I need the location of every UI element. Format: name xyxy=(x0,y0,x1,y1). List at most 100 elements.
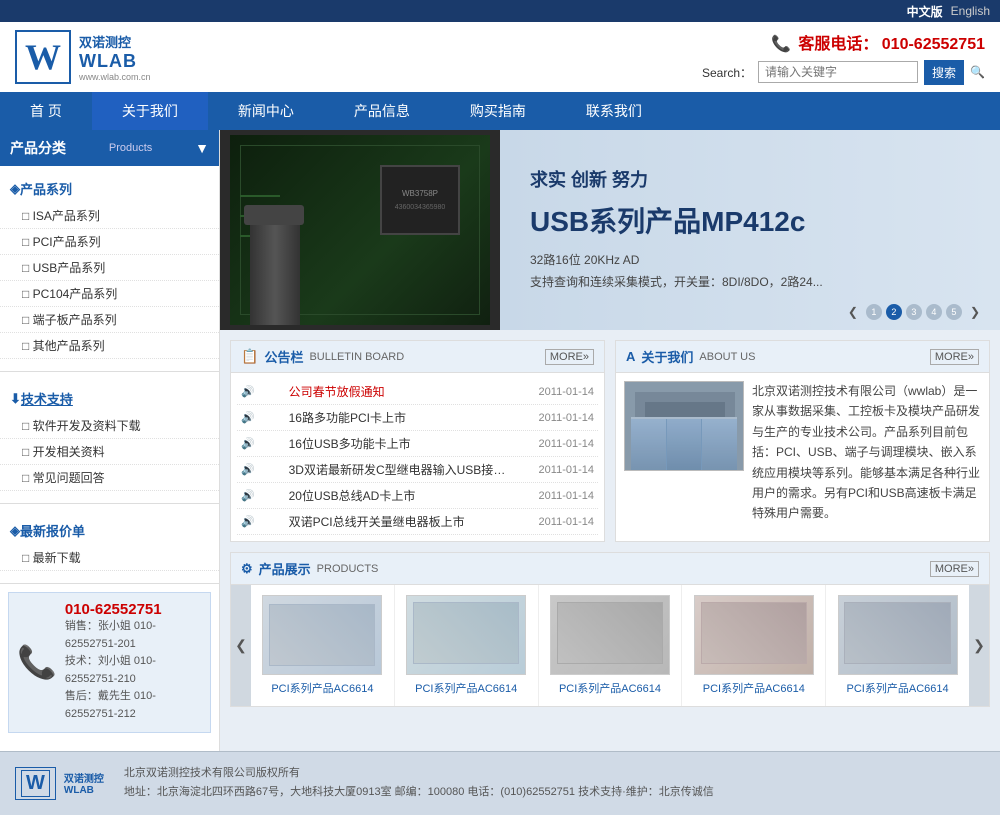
search-icon: 🔍 xyxy=(970,65,985,79)
sidebar-item-other[interactable]: 其他产品系列 xyxy=(0,333,219,359)
sidebar-item-pci[interactable]: PCI产品系列 xyxy=(0,229,219,255)
sidebar-contact-sales: 销售：张小姐 010-62552751-201 xyxy=(65,618,202,653)
footer-info: 北京双诺测控技术有限公司版权所有 地址：北京海淀北四环西路67号，大地科技大厦0… xyxy=(124,764,714,804)
bulletin-item-text-2[interactable]: 16路多功能PCI卡上市 xyxy=(289,409,509,426)
banner-desc-1: 32路16位 20KHz AD xyxy=(530,250,970,272)
footer-address: 地址：北京海淀北四环西路67号，大地科技大厦0913室 邮编：100080 电话… xyxy=(124,783,714,803)
about-inner: 北京双诺测控技术有限公司（wwlab）是一家从事数据采集、工控板卡及模块产品研发… xyxy=(616,373,989,532)
products-section: ⚙ 产品展示 PRODUCTS MORE» ❮ PCI系列产品AC661 xyxy=(230,552,990,707)
sidebar-section-tech: ⬇ 技术支持 软件开发及资料下载 开发相关资料 常见问题回答 xyxy=(0,376,219,499)
bulletin-item-5: 🔊 20位USB总线AD卡上市 2011-01-14 xyxy=(237,483,598,509)
sidebar-item-pc104[interactable]: PC104产品系列 xyxy=(0,281,219,307)
product-item-2: PCI系列产品AC6614 xyxy=(395,585,539,706)
banner: WB3758P 4360034365980 求实 创新 努力 USB系列产品MP… xyxy=(220,130,1000,330)
bulletin-item-text-5[interactable]: 20位USB总线AD卡上市 xyxy=(289,487,509,504)
banner-slogan: 求实 创新 努力 xyxy=(530,166,970,192)
sidebar: 产品分类 Products ▼ ◈ 产品系列 ISA产品系列 PCI产品系列 U… xyxy=(0,130,220,751)
logo-sub: www.wlab.com.cn xyxy=(79,72,151,82)
nav-news[interactable]: 新闻中心 xyxy=(208,92,324,130)
banner-dot-4[interactable]: 4 xyxy=(926,304,942,320)
banner-dots: ❮ 1 2 3 4 5 ❯ xyxy=(848,304,980,320)
bulletin-more[interactable]: MORE» xyxy=(545,349,594,365)
phone-icon: 📞 xyxy=(771,36,791,53)
sidebar-dropdown-icon[interactable]: ▼ xyxy=(195,140,209,156)
sidebar-tech-title: ⬇ 技术支持 xyxy=(0,384,219,413)
footer-logo: W 双诺测控 WLAB xyxy=(15,767,104,800)
product-item-1: PCI系列产品AC6614 xyxy=(251,585,395,706)
search-button[interactable]: 搜索 xyxy=(924,60,964,85)
bulletin-section: 📋 公告栏 BULLETIN BOARD MORE» 🔊 公司春节放假通知 20… xyxy=(230,340,605,542)
bulletin-item-icon-1: 🔊 xyxy=(241,385,255,398)
bulletin-item-text-4[interactable]: 3D双诺最新研发C型继电器输入USB接口.. xyxy=(289,461,509,478)
about-more[interactable]: MORE» xyxy=(930,349,979,365)
nav-about[interactable]: 关于我们 xyxy=(92,92,208,130)
banner-desc-2: 支持查询和连续采集模式，开关量：8DI/8DO，2路24... xyxy=(530,272,970,294)
banner-dot-3[interactable]: 3 xyxy=(906,304,922,320)
banner-prev[interactable]: ❮ xyxy=(848,305,858,319)
sidebar-item-usb[interactable]: USB产品系列 xyxy=(0,255,219,281)
product-series-label: 产品系列 xyxy=(20,179,72,198)
products-next-button[interactable]: ❯ xyxy=(969,585,989,706)
bulletin-item-icon-3: 🔊 xyxy=(241,437,255,450)
nav-products[interactable]: 产品信息 xyxy=(324,92,440,130)
price-list-label: 最新报价单 xyxy=(20,521,85,540)
bulletin-item-date-4: 2011-01-14 xyxy=(539,464,594,476)
lang-en[interactable]: English xyxy=(951,4,990,18)
main-content: WB3758P 4360034365980 求实 创新 努力 USB系列产品MP… xyxy=(220,130,1000,751)
banner-dot-1[interactable]: 1 xyxy=(866,304,882,320)
about-text: 北京双诺测控技术有限公司（wwlab）是一家从事数据采集、工控板卡及模块产品研发… xyxy=(752,381,981,524)
logo-w: W xyxy=(25,36,61,78)
bulletin-header: 📋 公告栏 BULLETIN BOARD MORE» xyxy=(231,341,604,373)
bulletin-item-date-3: 2011-01-14 xyxy=(539,438,594,450)
banner-next[interactable]: ❯ xyxy=(970,305,980,319)
tech-support-icon: ⬇ xyxy=(10,391,21,407)
products-header: ⚙ 产品展示 PRODUCTS MORE» xyxy=(231,553,989,585)
product-thumb-2 xyxy=(406,595,526,675)
nav-contact[interactable]: 联系我们 xyxy=(556,92,672,130)
product-thumb-3 xyxy=(550,595,670,675)
banner-title: USB系列产品MP412c xyxy=(530,200,970,240)
search-input[interactable] xyxy=(758,61,918,83)
product-name-4[interactable]: PCI系列产品AC6614 xyxy=(687,680,820,696)
bulletin-item-text-6[interactable]: 双诺PCI总线开关量继电器板上市 xyxy=(289,513,509,530)
nav-home[interactable]: 首 页 xyxy=(0,92,92,130)
header: W 双诺测控 WLAB www.wlab.com.cn 📞 客服电话： 010-… xyxy=(0,22,1000,92)
bulletin-item-date-1: 2011-01-14 xyxy=(539,386,594,398)
products-prev-button[interactable]: ❮ xyxy=(231,585,251,706)
bulletin-item-text-1[interactable]: 公司春节放假通知 xyxy=(289,383,509,400)
bulletin-item-icon-6: 🔊 xyxy=(241,515,255,528)
sidebar-price-title: ◈ 最新报价单 xyxy=(0,516,219,545)
bulletin-item-date-2: 2011-01-14 xyxy=(539,412,594,424)
bulletin-item-icon-4: 🔊 xyxy=(241,463,255,476)
sidebar-contact-service: 售后：戴先生 010-62552751-212 xyxy=(65,688,202,723)
sidebar-phone-box: 📞 010-62552751 销售：张小姐 010-62552751-201 技… xyxy=(8,592,211,733)
product-name-3[interactable]: PCI系列产品AC6614 xyxy=(544,680,677,696)
search-label: Search： xyxy=(702,64,752,81)
sidebar-item-terminal[interactable]: 端子板产品系列 xyxy=(0,307,219,333)
sidebar-item-faq[interactable]: 常见问题回答 xyxy=(0,465,219,491)
product-name-1[interactable]: PCI系列产品AC6614 xyxy=(256,680,389,696)
lang-cn[interactable]: 中文版 xyxy=(907,3,943,20)
sidebar-item-dev[interactable]: 开发相关资料 xyxy=(0,439,219,465)
sidebar-item-software[interactable]: 软件开发及资料下载 xyxy=(0,413,219,439)
about-title: A 关于我们 ABOUT US xyxy=(626,347,755,366)
product-name-5[interactable]: PCI系列产品AC6614 xyxy=(831,680,964,696)
sidebar-item-latest[interactable]: 最新下载 xyxy=(0,545,219,571)
logo: W 双诺测控 WLAB www.wlab.com.cn xyxy=(15,30,151,84)
banner-dot-5[interactable]: 5 xyxy=(946,304,962,320)
banner-dot-2[interactable]: 2 xyxy=(886,304,902,320)
about-header: A 关于我们 ABOUT US MORE» xyxy=(616,341,989,373)
nav-buy[interactable]: 购买指南 xyxy=(440,92,556,130)
sidebar-item-isa[interactable]: ISA产品系列 xyxy=(0,203,219,229)
product-name-2[interactable]: PCI系列产品AC6614 xyxy=(400,680,533,696)
sidebar-header-title: 产品分类 xyxy=(10,138,66,158)
products-more[interactable]: MORE» xyxy=(930,561,979,577)
bulletin-item-text-3[interactable]: 16位USB多功能卡上市 xyxy=(289,435,509,452)
about-section: A 关于我们 ABOUT US MORE» xyxy=(615,340,990,542)
products-title-en: PRODUCTS xyxy=(317,563,379,575)
phone-box-info: 010-62552751 销售：张小姐 010-62552751-201 技术：… xyxy=(65,601,202,724)
sidebar-section-price: ◈ 最新报价单 最新下载 xyxy=(0,508,219,579)
footer-copyright: 北京双诺测控技术有限公司版权所有 xyxy=(124,764,714,784)
footer-logo-en: WLAB xyxy=(64,785,104,796)
bulletin-item-icon-2: 🔊 xyxy=(241,411,255,424)
